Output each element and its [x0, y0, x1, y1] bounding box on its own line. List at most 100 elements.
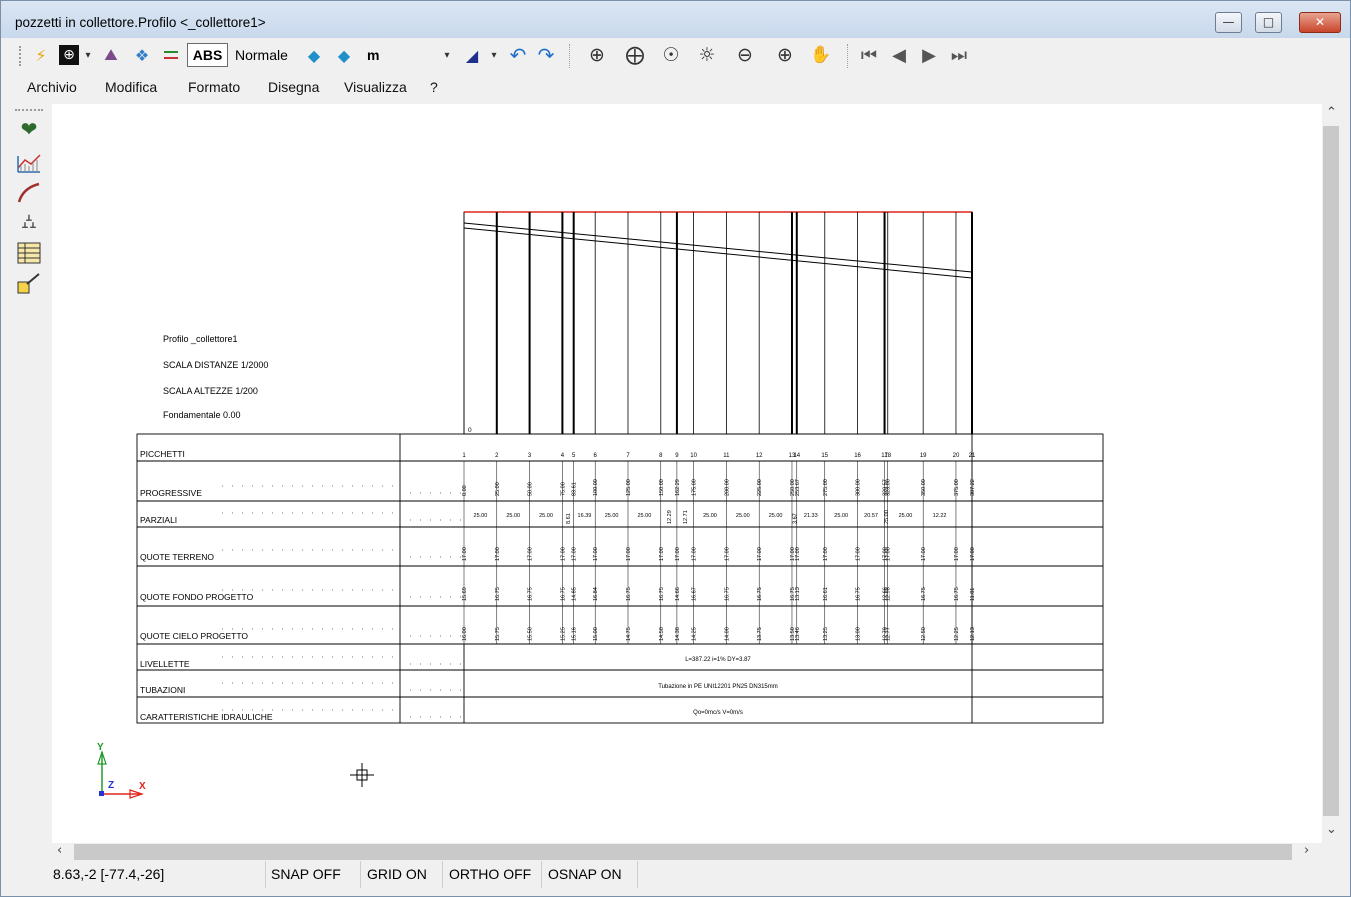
nav-next-icon[interactable]: ▶ [917, 43, 941, 67]
zoom-in-icon[interactable]: ⊕ [771, 43, 799, 67]
toolbar-separator [569, 44, 570, 68]
station-value-quote-terreno: 17.00 [970, 547, 976, 561]
lightning-icon[interactable]: ⚡ [31, 43, 51, 67]
zoom-window-icon[interactable]: ⊕ [583, 43, 611, 67]
zoom-pan-icon[interactable]: ⨁ [621, 43, 649, 67]
pipe-curve-icon[interactable] [16, 180, 42, 206]
undo-icon[interactable]: ↶ [505, 43, 531, 67]
menu-formato[interactable]: Formato [188, 79, 240, 95]
menu-archivio[interactable]: Archivio [27, 79, 77, 95]
station-value-quote-cielo: 12.50 [921, 627, 927, 641]
nav-first-icon[interactable]: ⏮ [857, 43, 881, 67]
close-button[interactable]: ✕ [1299, 12, 1341, 33]
style-select[interactable]: Normale [235, 47, 288, 63]
status-snap[interactable]: SNAP OFF [266, 861, 361, 888]
menu-visualizza[interactable]: Visualizza [344, 79, 407, 95]
scroll-right-icon[interactable]: › [1304, 843, 1309, 858]
unit-select[interactable]: m [367, 47, 379, 63]
livellette-value: L=387.22 i=1% DY=3.87 [685, 657, 751, 663]
row-label-picchetti: PICCHETTI [140, 449, 185, 459]
picchetto-label: 3 [528, 453, 532, 459]
menu-help[interactable]: ? [430, 79, 438, 95]
picchetto-label: 18 [884, 453, 891, 459]
title-bar: pozzetti in collettore.Profilo <_collett… [1, 1, 1350, 38]
station-value-progressive: 162.29 [675, 479, 681, 496]
paint-bucket-icon[interactable]: ⛰ [99, 43, 123, 67]
menu-modifica[interactable]: Modifica [105, 79, 157, 95]
edit-node-icon[interactable] [16, 270, 42, 296]
status-bar: 8.63,-2 [-77.4,-26] SNAP OFF GRID ON ORT… [1, 861, 1350, 888]
left-toolbar: ❤ ⛼ [11, 106, 47, 846]
horizontal-scroll-thumb[interactable] [74, 844, 1292, 860]
minimize-icon: — [1222, 15, 1235, 29]
status-coords: 8.63,-2 [-77.4,-26] [1, 861, 266, 888]
station-value-quote-cielo: 14.75 [626, 627, 632, 641]
status-osnap[interactable]: OSNAP ON [542, 861, 638, 888]
station-value-quote-terreno: 17.00 [954, 547, 960, 561]
manhole-icon[interactable]: ⛼ [16, 210, 42, 236]
pipe-top-line [463, 222, 973, 273]
table-grid-icon[interactable] [16, 240, 42, 266]
tubazioni-value: Tubazione in PE UNI12201 PN25 DN315mm [658, 684, 778, 690]
picchetto-label: 15 [821, 453, 828, 459]
status-grid[interactable]: GRID ON [361, 861, 443, 888]
picchetto-label: 21 [969, 453, 976, 459]
triangle-ruler-icon[interactable]: ◢ [459, 43, 485, 67]
line-weight-icon[interactable] [161, 43, 181, 67]
main-toolbar: ⚡ ⊕ ▾ ⛰ ❖ ABS Normale ◆ ◆ m ▾ ◢ ▾ ↶ ↷ ⊕ … [1, 38, 1350, 73]
toolbar-grip[interactable] [19, 46, 22, 66]
window-title: pozzetti in collettore.Profilo <_collett… [15, 15, 266, 30]
station-value-progressive: 225.00 [757, 479, 763, 496]
profile-chart-icon[interactable] [16, 150, 42, 176]
menu-disegna[interactable]: Disegna [268, 79, 319, 95]
zoom-realtime-icon[interactable]: ☼ [693, 43, 721, 67]
unit-dropdown-icon[interactable]: ▾ [441, 43, 453, 67]
snap-target-icon[interactable]: ⊕ [57, 43, 81, 67]
nav-last-icon[interactable]: ⏭ [947, 43, 971, 67]
station-value-quote-cielo: 14.38 [675, 627, 681, 641]
zoom-hand-icon[interactable]: ✋ [807, 43, 835, 67]
layers-icon[interactable]: ❖ [129, 43, 155, 67]
row-label-caratteristiche: CARATTERISTICHE IDRAULICHE [140, 712, 273, 722]
vertical-scrollbar[interactable]: ⌃ ⌄ [1322, 104, 1340, 843]
station-value-quote-cielo: 14.25 [692, 627, 698, 641]
station-value-quote-terreno: 17.00 [495, 547, 501, 561]
drawing-canvas[interactable]: Profilo _collettore1 SCALA DISTANZE 1/20… [52, 104, 1322, 843]
station-value-progressive: 300.00 [856, 479, 862, 496]
station-value-quote-cielo: 12.13 [970, 627, 976, 641]
horizontal-scrollbar[interactable]: ‹ › [52, 843, 1322, 861]
layer-copy-icon[interactable]: ◆ [331, 43, 357, 67]
redo-icon[interactable]: ↷ [533, 43, 559, 67]
parziale-value: 16.39 [578, 513, 592, 519]
chevron-down-icon[interactable]: ▾ [83, 43, 93, 67]
scroll-up-icon[interactable]: ⌃ [1326, 105, 1337, 120]
abs-toggle[interactable]: ABS [187, 43, 228, 67]
station-value-progressive: 375.00 [954, 479, 960, 496]
ruler-dropdown-icon[interactable]: ▾ [489, 43, 499, 67]
picchetto-label: 10 [690, 453, 697, 459]
scroll-down-icon[interactable]: ⌄ [1326, 822, 1337, 837]
left-toolbar-grip[interactable] [15, 109, 43, 111]
heart-tool-icon[interactable]: ❤ [16, 116, 42, 142]
zoom-extents-icon[interactable]: ☉ [657, 43, 685, 67]
scroll-left-icon[interactable]: ‹ [57, 843, 62, 858]
row-label-quote-fondo: QUOTE FONDO PROGETTO [140, 592, 254, 602]
row-label-quote-cielo: QUOTE CIELO PROGETTO [140, 631, 248, 641]
station-value-progressive: 50.00 [528, 482, 534, 496]
status-ortho[interactable]: ORTHO OFF [443, 861, 542, 888]
station-value-progressive: 125.00 [626, 479, 632, 496]
maximize-button[interactable]: □ [1255, 12, 1282, 33]
zoom-out-icon[interactable]: ⊖ [731, 43, 759, 67]
info-line: Profilo _collettore1 [163, 334, 238, 344]
parziale-value: 25.00 [506, 513, 520, 519]
vertical-scroll-thumb[interactable] [1323, 126, 1339, 816]
station-value-quote-terreno: 17.00 [856, 547, 862, 561]
nav-prev-icon[interactable]: ◀ [887, 43, 911, 67]
picchetto-label: 6 [594, 453, 598, 459]
station-value-quote-fondo: 14.66 [675, 587, 681, 601]
station-value-progressive: 83.61 [572, 482, 578, 496]
station-value-quote-cielo: 15.50 [528, 627, 534, 641]
station-value-quote-fondo: 12.98 [886, 587, 892, 601]
minimize-button[interactable]: — [1215, 12, 1242, 33]
layer-blue-icon[interactable]: ◆ [301, 43, 327, 67]
